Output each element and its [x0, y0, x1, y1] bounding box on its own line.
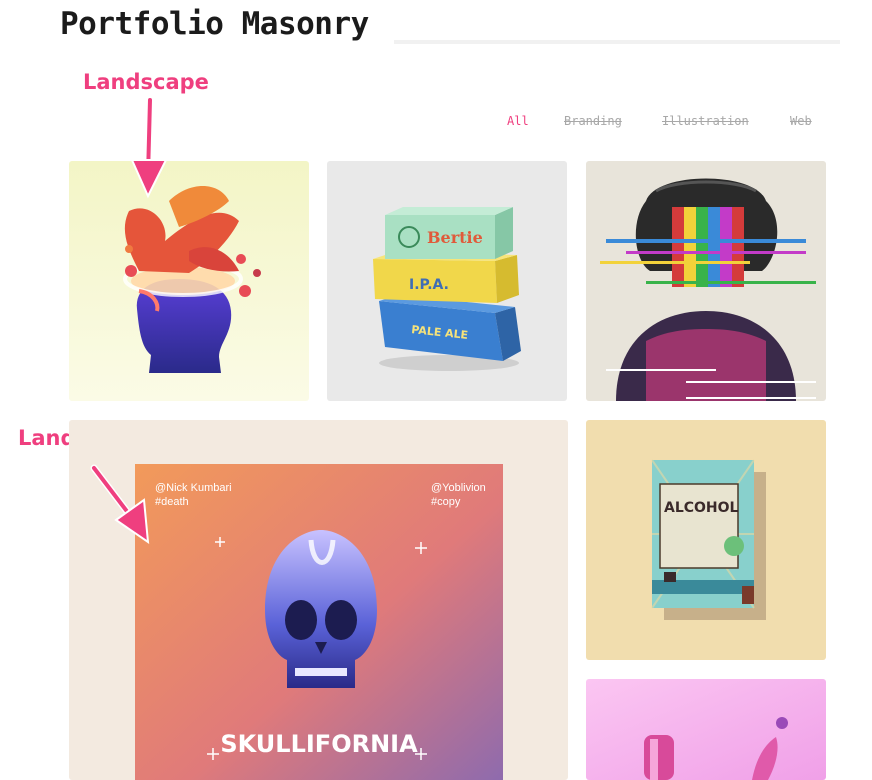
poster-handle-left: @Nick Kumbari — [155, 482, 232, 494]
box-label-middle: I.P.A. — [409, 277, 449, 293]
poster-handle-right: @Yoblivion — [431, 482, 486, 494]
portfolio-item-head-illustration[interactable] — [69, 161, 309, 401]
poster-title: SKULLIFORNIA — [220, 730, 418, 758]
portfolio-item-packaging-boxes[interactable]: PALE ALE I.P.A. Bertie — [327, 161, 567, 401]
box-label-top: Bertie — [427, 228, 483, 247]
filter-illustration[interactable]: Illustration — [662, 114, 749, 128]
book-title: ALCOHOL — [664, 500, 739, 516]
filter-branding[interactable]: Branding — [564, 114, 622, 128]
filter-web[interactable]: Web — [790, 114, 812, 128]
alcohol-book-image: ALCOHOL — [586, 420, 826, 660]
filter-all[interactable]: All — [507, 114, 529, 128]
packaging-boxes-image: PALE ALE I.P.A. Bertie — [327, 161, 567, 401]
head-illustration-image — [69, 161, 309, 401]
portfolio-item-glitch-portrait[interactable] — [586, 161, 826, 401]
title-divider — [394, 40, 840, 44]
portfolio-item-alcohol-book[interactable]: ALCOHOL — [586, 420, 826, 660]
pink-illustration-image — [586, 679, 826, 780]
poster-tag-left: #death — [155, 496, 189, 508]
glitch-portrait-image — [586, 161, 826, 401]
poster-tag-right: #copy — [431, 496, 461, 508]
annotation-landscape: Landscape — [83, 70, 209, 94]
page-title: Portfolio Masonry — [60, 6, 369, 42]
arrow-down-right-icon — [90, 464, 150, 544]
arrow-down-icon — [130, 96, 168, 199]
portfolio-item-pink-illustration[interactable] — [586, 679, 826, 780]
